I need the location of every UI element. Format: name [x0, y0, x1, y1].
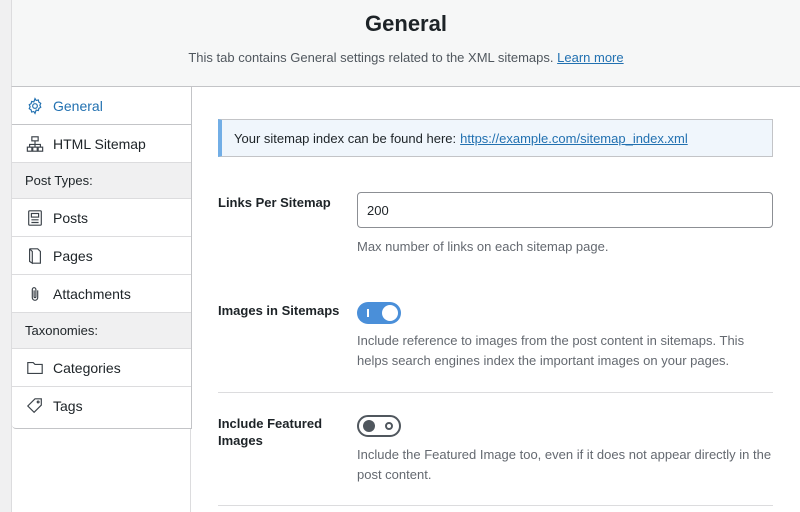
sidebar-item-label: General	[53, 97, 103, 114]
images-in-sitemaps-toggle[interactable]	[357, 302, 401, 324]
sidebar-item-label: Posts	[53, 209, 89, 226]
subtitle-text: This tab contains General settings relat…	[188, 50, 554, 65]
learn-more-link[interactable]: Learn more	[557, 50, 623, 65]
images-in-sitemaps-label: Images in Sitemaps	[218, 303, 340, 318]
sidebar-item-general[interactable]: General	[12, 87, 191, 125]
toggle-on-mark	[367, 309, 369, 317]
notice-text: Your sitemap index can be found here:	[234, 130, 457, 146]
page-icon	[26, 247, 44, 265]
toggle-knob	[363, 420, 375, 432]
gear-icon	[26, 96, 44, 115]
sitemap-index-link[interactable]: https://example.com/sitemap_index.xml	[460, 131, 688, 146]
section-divider	[218, 392, 773, 393]
sidebar-item-tags[interactable]: Tags	[12, 387, 191, 425]
sidebar-item-categories[interactable]: Categories	[12, 349, 191, 387]
include-featured-images-description: Include the Featured Image too, even if …	[357, 447, 772, 482]
links-per-sitemap-description: Max number of links on each sitemap page…	[357, 239, 609, 254]
section-divider	[218, 505, 773, 506]
images-in-sitemaps-description: Include reference to images from the pos…	[357, 333, 745, 368]
sidebar-divider	[190, 429, 191, 512]
include-featured-images-label: Include Featured Images	[218, 416, 323, 448]
sidebar-item-label: Attachments	[53, 285, 131, 302]
sidebar-item-posts[interactable]: Posts	[12, 199, 191, 237]
include-featured-images-toggle[interactable]	[357, 415, 401, 437]
links-per-sitemap-label: Links Per Sitemap	[218, 195, 331, 210]
taxonomies-heading: Taxonomies:	[12, 313, 191, 349]
sidebar-item-label: HTML Sitemap	[53, 135, 146, 152]
page-subtitle: This tab contains General settings relat…	[12, 50, 800, 65]
sidebar-item-label: Categories	[53, 359, 121, 376]
sitemap-icon	[26, 135, 44, 153]
folder-icon	[26, 359, 44, 377]
sidebar-item-pages[interactable]: Pages	[12, 237, 191, 275]
toggle-knob	[382, 305, 398, 321]
paperclip-icon	[26, 285, 44, 303]
sidebar-item-html-sitemap[interactable]: HTML Sitemap	[12, 125, 191, 163]
sidebar-item-label: Tags	[53, 398, 83, 414]
post-types-heading: Post Types:	[12, 163, 191, 199]
page-title: General	[365, 11, 447, 36]
sidebar-nav: General HTML Sitemap Post Types: Posts P…	[12, 87, 192, 429]
links-per-sitemap-input[interactable]	[357, 192, 773, 228]
settings-panel: General HTML Sitemap Post Types: Posts P…	[11, 87, 800, 512]
sidebar-item-label: Pages	[53, 247, 93, 264]
document-icon	[26, 209, 44, 227]
sitemap-index-notice: Your sitemap index can be found here: ht…	[218, 119, 773, 157]
page-header: General This tab contains General settin…	[11, 0, 800, 87]
sidebar-item-attachments[interactable]: Attachments	[12, 275, 191, 313]
tag-icon	[26, 397, 44, 415]
toggle-off-mark	[385, 422, 393, 430]
